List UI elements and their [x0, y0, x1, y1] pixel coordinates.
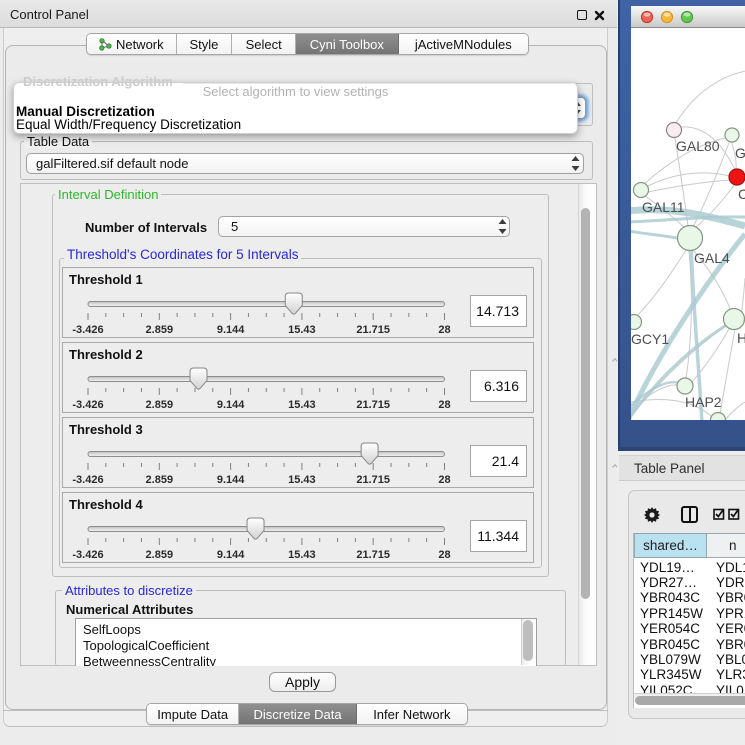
svg-text:21.715: 21.715	[356, 549, 390, 561]
svg-text:-3.426: -3.426	[72, 399, 103, 411]
svg-text:21.715: 21.715	[356, 474, 390, 486]
svg-text:-3.426: -3.426	[72, 549, 103, 561]
svg-text:GAL4: GAL4	[694, 250, 730, 266]
svg-text:GAL11: GAL11	[642, 199, 685, 215]
svg-text:2.859: 2.859	[146, 474, 174, 486]
svg-text:21.715: 21.715	[356, 324, 390, 336]
svg-text:21.715: 21.715	[356, 399, 390, 411]
svg-text:15.43: 15.43	[288, 324, 316, 336]
svg-text:28: 28	[438, 474, 450, 486]
svg-text:GA: GA	[735, 145, 745, 161]
svg-text:15.43: 15.43	[288, 474, 316, 486]
svg-text:28: 28	[438, 324, 450, 336]
svg-text:2.859: 2.859	[146, 324, 174, 336]
svg-text:H: H	[737, 330, 745, 346]
svg-text:9.144: 9.144	[217, 549, 245, 561]
svg-text:-3.426: -3.426	[72, 324, 103, 336]
svg-text:15.43: 15.43	[288, 399, 316, 411]
svg-text:-3.426: -3.426	[72, 474, 103, 486]
svg-text:28: 28	[438, 549, 450, 561]
svg-text:9.144: 9.144	[217, 324, 245, 336]
svg-text:C: C	[738, 186, 745, 202]
svg-text:9.144: 9.144	[217, 399, 245, 411]
svg-text:HAP2: HAP2	[685, 394, 722, 410]
svg-text:2.859: 2.859	[146, 549, 174, 561]
svg-text:GAL80: GAL80	[676, 138, 720, 154]
svg-text:28: 28	[438, 399, 450, 411]
svg-text:15.43: 15.43	[288, 549, 316, 561]
svg-text:2.859: 2.859	[146, 399, 174, 411]
svg-text:9.144: 9.144	[217, 474, 245, 486]
svg-text:GCY1: GCY1	[631, 331, 669, 347]
